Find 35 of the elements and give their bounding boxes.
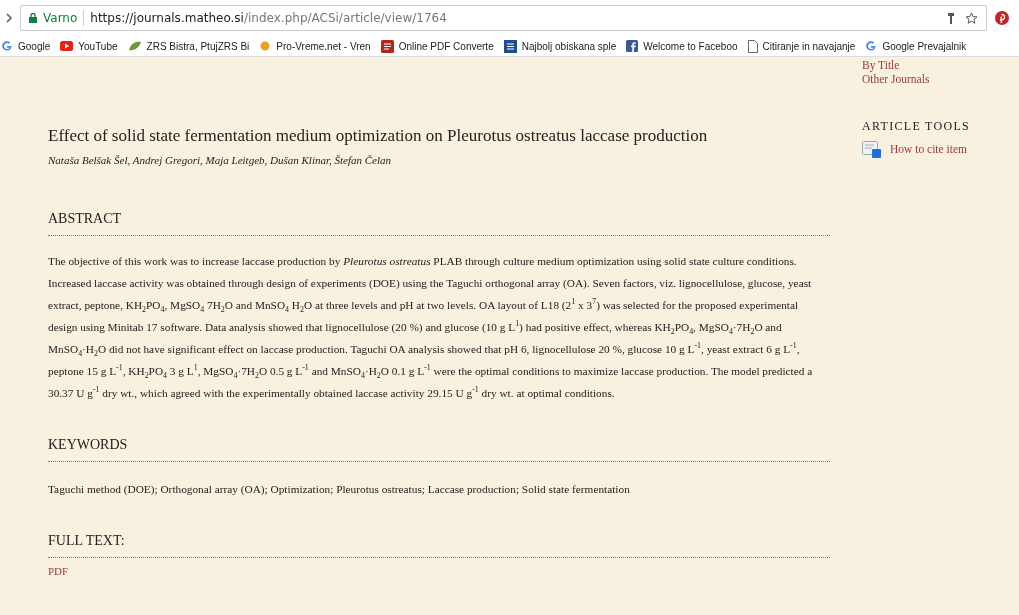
url-text: https://journals.matheo.si/index.php/ACSi/article/view/1764 <box>90 11 447 25</box>
star-icon[interactable] <box>965 11 978 25</box>
document-icon <box>862 140 882 158</box>
pinterest-icon[interactable] <box>995 11 1009 25</box>
bookmark-item[interactable]: Citiranje in navajanje <box>742 39 861 53</box>
news-icon <box>503 39 517 53</box>
security-label: Varno <box>43 11 78 25</box>
cite-link[interactable]: How to cite item <box>890 142 967 156</box>
google-icon <box>865 40 878 52</box>
abstract-text: The objective of this work was to increase laccase production by Pleurotus ostreatus PLAB through culture medium optimization using solid state culture conditions. Increased laccase activity was obtained through design of experiments (DOE) using the Taguchi orthogonal array (OA). Seven factors, viz. lignocellulose, glucose, yeast extract, peptone, KH$_{2}$PO$_{4}$, MgSO$_{4}$ 7H$_{2}$O and MnSO$_{4}$ H$_{2}$O at three levels and pH at two levels. OA layout of L18 (2$^{1}$ x 3$^{7}$) was selected for the proposed experimental design using Minitab 17 software. Data analysis showed that lignocellulose (20 %) and glucose (10 g L$^{1}$) had positive effect, whereas KH$_{2}$PO$_{4}$, MgSO$_{4}$·7H$_{2}$O and MnSO$_{4}$·H$_{2}$O did not have significant effect on laccase production. Taguchi OA analysis showed that pH 6, lignocellulose 20 %, glucose 10 g L$^{-1}$, yeast extract 6 g L$^{-1}$, peptone 15 g L$^{-1}$, KH$_{2}$PO$_{4}$ 3 g L$^{1}$, MgSO$_{4}$·7H$_{2}$O 0.5 g L$^{-1}$ and MnSO$_{4}$·H$_{2}$O 0.1 g L$^{-1}$ were the optimal conditions to maximize laccase production. The model predicted a 30.37 U g$^{-1}$ dry wt., which agreed with the experimentally obtained laccase activity 29.15 U g$^{-1}$ dry wt. at optimal conditions. <box>48 254 814 401</box>
bookmark-item[interactable]: Welcome to Faceboo <box>621 40 743 52</box>
keywords-text: Taguchi method (DOE); Orthogonal array (OA); Optimization; Pleurotus ostreatus; Laccase production; Solid state fermentation <box>48 482 631 497</box>
sidebar-link[interactable]: By Title <box>862 58 900 72</box>
sidebar-heading: ARTICLE TOOLS <box>862 119 971 134</box>
section-heading: ABSTRACT <box>48 211 830 236</box>
pdf-link[interactable]: PDF <box>48 558 69 582</box>
section-heading: FULL TEXT: <box>48 533 830 558</box>
page-icon <box>747 39 758 53</box>
play-icon <box>60 41 74 51</box>
bookmark-item[interactable]: ZRS Bistra, PtujZRS Bi <box>122 40 255 52</box>
bookmark-item[interactable]: Google <box>0 40 56 52</box>
article-title: Effect of solid state fermentation medium optimization on Pleurotus ostreatus laccase production <box>48 126 709 146</box>
bookmark-item[interactable]: Online PDF Converte <box>375 39 499 53</box>
bookmark-item[interactable]: Najbolj obiskana sple <box>498 39 622 53</box>
google-icon <box>1 40 13 52</box>
sidebar-link[interactable]: Other Journals <box>862 72 930 86</box>
lock-icon <box>29 13 37 23</box>
bookmark-item[interactable]: YouTube <box>55 40 123 52</box>
bookmark-item[interactable]: Pro-Vreme.net - Vren <box>254 40 376 52</box>
section-heading: KEYWORDS <box>48 437 830 462</box>
address-bar[interactable]: Varno https://journals.matheo.si/index.php/ACSi/article/view/1764 <box>20 5 987 31</box>
author-list: Nataša Belšak Šel, Andrej Gregori, Maja Leitgeb, Dušan Klinar, Štefan Čelan <box>48 154 830 166</box>
leaf-icon <box>127 41 142 51</box>
bookmark-item[interactable]: Google Prevajalnik <box>860 40 972 52</box>
facebook-icon <box>626 40 639 52</box>
